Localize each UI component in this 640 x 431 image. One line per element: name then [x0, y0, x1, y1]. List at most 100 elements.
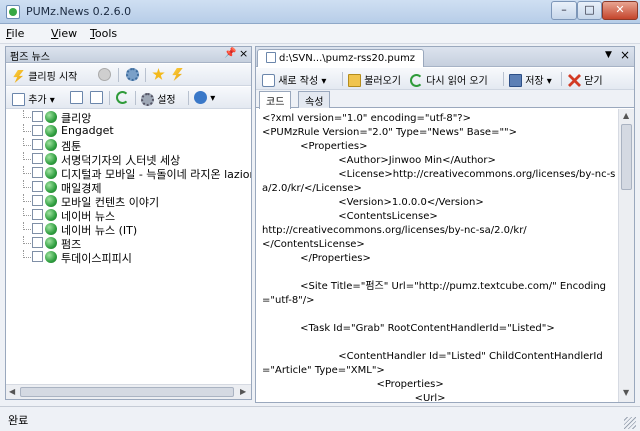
menu-tools[interactable]: Tools [90, 27, 117, 40]
new-page-icon [262, 74, 275, 87]
feed-checkbox[interactable] [32, 111, 43, 122]
feed-label: 디지털과 모바일 - 늑돌이네 라지온 lazion.com [61, 168, 251, 180]
resize-grip-icon[interactable] [624, 417, 636, 429]
close-document-label: 닫기 [584, 76, 603, 87]
favorite-alt-button[interactable] [171, 68, 184, 81]
feed-checkbox[interactable] [32, 125, 43, 136]
code-line: </Properties> [262, 253, 371, 264]
code-line: <Properties> [262, 379, 444, 390]
lightning-alt-icon [172, 68, 183, 81]
scroll-up-icon[interactable]: ▲ [623, 111, 629, 120]
tab-properties[interactable]: 속성 [298, 91, 331, 108]
horizontal-scrollbar[interactable]: ◀ ▶ [6, 384, 251, 399]
menu-file[interactable]: File [6, 27, 24, 40]
toolbar-separator [188, 91, 189, 105]
feed-label: 겜툰 [61, 140, 82, 152]
start-clipping-button[interactable]: 클리핑 시작 [12, 68, 77, 83]
feed-item[interactable]: 매일경제 [6, 180, 251, 194]
pin-icon[interactable]: 📌 [224, 48, 236, 59]
star-icon [152, 68, 165, 80]
close-document-button[interactable]: 닫기 [568, 72, 603, 87]
reload-button[interactable]: 다시 읽어 오기 [410, 72, 488, 87]
globe-icon [45, 195, 57, 207]
refresh-button[interactable] [116, 91, 129, 104]
document-tab-label: d:\SVN...\pumz-rss20.pumz [279, 53, 416, 64]
feed-label: 매일경제 [61, 182, 102, 194]
minimize-button[interactable]: – [551, 1, 577, 20]
chevron-down-icon: ▾ [321, 76, 327, 87]
favorite-button[interactable] [152, 68, 165, 81]
globe-icon [45, 237, 57, 249]
panel-close-icon[interactable]: × [239, 47, 248, 60]
feed-checkbox[interactable] [32, 209, 43, 220]
stop-clipping-button[interactable] [98, 68, 111, 81]
settings-button[interactable]: 설정 [141, 91, 176, 106]
document-panel: d:\SVN...\pumz-rss20.pumz ▼ × 새로 작성 ▾ 불러… [255, 46, 635, 403]
refresh-icon [116, 91, 129, 104]
tab-code[interactable]: 코드 [259, 91, 292, 109]
new-document-label: 새로 작성 [278, 76, 319, 87]
globe-icon [45, 111, 57, 123]
feed-item[interactable]: 투데이스피피시 [6, 250, 251, 264]
toolbar-separator [109, 91, 110, 105]
feed-item[interactable]: 네이버 뉴스 (IT) [6, 222, 251, 236]
feed-item[interactable]: 겜툰 [6, 138, 251, 152]
plugins-button[interactable] [126, 68, 139, 81]
code-line: <ContentHandler Id="Listed" ChildContent… [262, 351, 603, 376]
help-icon [194, 91, 207, 104]
edit-feed-button[interactable] [70, 91, 83, 104]
code-line: <License>http://creativecommons.org/lice… [262, 169, 616, 194]
scroll-left-icon[interactable]: ◀ [9, 387, 15, 396]
window-title: PUMz.News 0.2.6.0 [26, 5, 132, 18]
globe-icon [45, 181, 57, 193]
menu-tools-label: ools [94, 27, 118, 40]
feed-checkbox[interactable] [32, 167, 43, 178]
feed-item[interactable]: Engadget [6, 124, 251, 138]
feed-item[interactable]: 모바일 컨텐츠 이야기 [6, 194, 251, 208]
globe-icon [45, 125, 57, 137]
menu-view[interactable]: View [51, 27, 77, 40]
tree-connector [23, 166, 31, 174]
delete-feed-button[interactable] [90, 91, 103, 104]
view-tabs: 코드 속성 [256, 90, 634, 109]
code-line: <PUMzRule Version="2.0" Type="News" Base… [262, 127, 518, 138]
scroll-right-icon[interactable]: ▶ [240, 387, 246, 396]
feed-checkbox[interactable] [32, 181, 43, 192]
feed-item[interactable]: 네이버 뉴스 [6, 208, 251, 222]
feed-label: 투데이스피피시 [61, 252, 132, 264]
open-button[interactable]: 불러오기 [348, 72, 401, 87]
feed-checkbox[interactable] [32, 195, 43, 206]
feed-checkbox[interactable] [32, 251, 43, 262]
feed-checkbox[interactable] [32, 139, 43, 150]
scrollbar-thumb[interactable] [621, 124, 632, 190]
document-tab-bar: d:\SVN...\pumz-rss20.pumz ▼ × [256, 47, 634, 67]
reload-label: 다시 읽어 오기 [426, 76, 488, 87]
help-button[interactable]: ▾ [194, 91, 215, 104]
add-feed-button[interactable]: 추가 ▾ [12, 91, 55, 106]
feed-checkbox[interactable] [32, 223, 43, 234]
scroll-down-icon[interactable]: ▼ [623, 388, 629, 397]
feed-item[interactable]: 서명덕기자의 人터넷 세상 [6, 152, 251, 166]
feed-checkbox[interactable] [32, 237, 43, 248]
tree-connector [23, 152, 31, 160]
save-button[interactable]: 저장 ▾ [509, 72, 552, 87]
feed-item[interactable]: 디지털과 모바일 - 늑돌이네 라지온 lazion.com [6, 166, 251, 180]
scrollbar-thumb[interactable] [20, 387, 234, 397]
close-window-button[interactable]: ✕ [602, 1, 638, 20]
tab-list-icon[interactable]: ▼ [605, 50, 612, 60]
feed-label: 펌즈 [61, 238, 82, 250]
maximize-button[interactable]: □ [577, 1, 602, 20]
save-label: 저장 [525, 76, 544, 87]
feed-item[interactable]: 클리앙 [6, 110, 251, 124]
feed-label: 네이버 뉴스 [61, 210, 116, 222]
code-editor[interactable]: <?xml version="1.0" encoding="utf-8"?> <… [256, 109, 618, 402]
feed-item[interactable]: 펌즈 [6, 236, 251, 250]
feed-label: Engadget [61, 124, 114, 137]
new-document-button[interactable]: 새로 작성 ▾ [262, 72, 326, 87]
document-tab[interactable]: d:\SVN...\pumz-rss20.pumz [257, 49, 425, 67]
feed-checkbox[interactable] [32, 153, 43, 164]
vertical-scrollbar[interactable]: ▲ ▼ [618, 109, 634, 402]
close-tab-icon[interactable]: × [620, 48, 630, 62]
title-bar: PUMz.News 0.2.6.0 – □ ✕ [0, 0, 640, 24]
